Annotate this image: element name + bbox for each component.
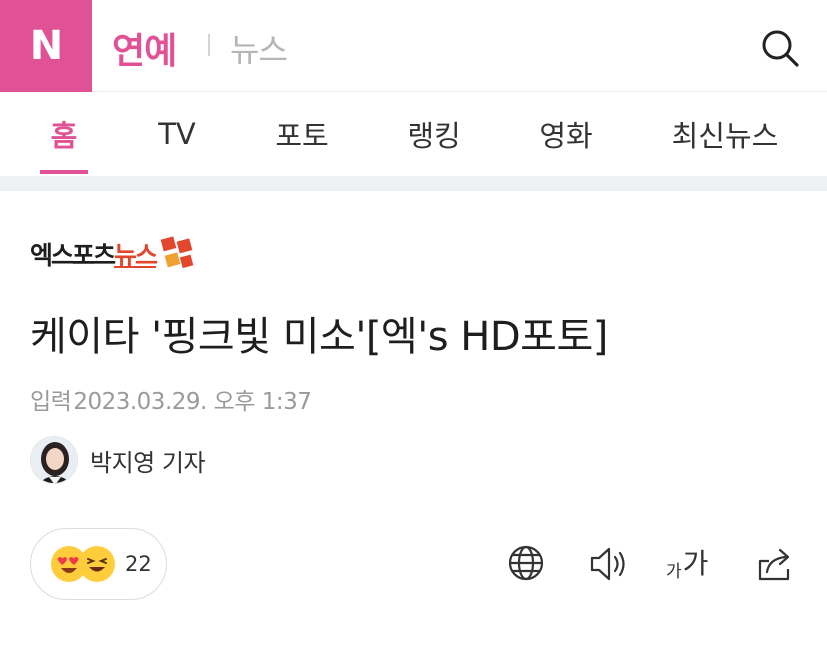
section-separator <box>0 176 827 191</box>
font-size-small-glyph: 가 <box>666 562 682 582</box>
tab-home[interactable]: 홈 <box>30 92 98 176</box>
article-headline: 케이타 '핑크빛 미소'[엑's HD포토] <box>30 314 608 360</box>
category-tabs: 홈 TV 포토 랭킹 영화 최신뉴스 <box>0 92 827 176</box>
reaction-count: 22 <box>125 552 152 576</box>
tab-photo[interactable]: 포토 <box>260 92 344 176</box>
naver-logo[interactable]: N <box>0 0 92 92</box>
font-size-button[interactable]: 가가 <box>666 546 708 582</box>
reporter-avatar[interactable] <box>30 436 78 484</box>
date-value: 2023.03.29. 오후 1:37 <box>73 389 312 415</box>
active-tab-indicator <box>40 170 88 174</box>
reaction-button[interactable]: 22 <box>30 528 167 600</box>
speaker-icon <box>590 547 625 581</box>
article-date: 입력2023.03.29. 오후 1:37 <box>30 382 312 416</box>
press-logo-text-accent: 뉴스 <box>114 241 158 270</box>
search-button[interactable] <box>760 28 800 68</box>
share-button[interactable] <box>755 544 795 584</box>
top-header: N 연예 뉴스 <box>0 0 827 92</box>
share-icon <box>758 548 790 581</box>
globe-icon <box>508 545 544 581</box>
translate-button[interactable] <box>507 544 547 584</box>
text-to-speech-button[interactable] <box>589 544 629 584</box>
press-mark-icon <box>160 236 194 269</box>
tab-ranking[interactable]: 랭킹 <box>392 92 476 176</box>
tab-tv[interactable]: TV <box>140 92 214 176</box>
date-label: 입력 <box>30 389 72 415</box>
reporter-name: 박지영 기자 <box>90 448 206 477</box>
section-title[interactable]: 연예 <box>112 22 177 74</box>
font-size-large-glyph: 가 <box>682 547 709 580</box>
reporter-info[interactable]: 박지영 기자 <box>30 436 206 484</box>
tab-latest-news[interactable]: 최신뉴스 <box>660 92 790 176</box>
reporter-photo-icon <box>31 437 77 483</box>
press-logo-text: 엑스포츠 <box>30 241 116 270</box>
press-logo[interactable]: 엑스포츠 뉴스 <box>30 232 194 276</box>
laughing-emoji-icon <box>79 546 115 582</box>
header-divider <box>208 34 210 56</box>
tab-movie[interactable]: 영화 <box>524 92 608 176</box>
sub-section-title[interactable]: 뉴스 <box>230 25 288 71</box>
search-icon <box>762 30 799 67</box>
